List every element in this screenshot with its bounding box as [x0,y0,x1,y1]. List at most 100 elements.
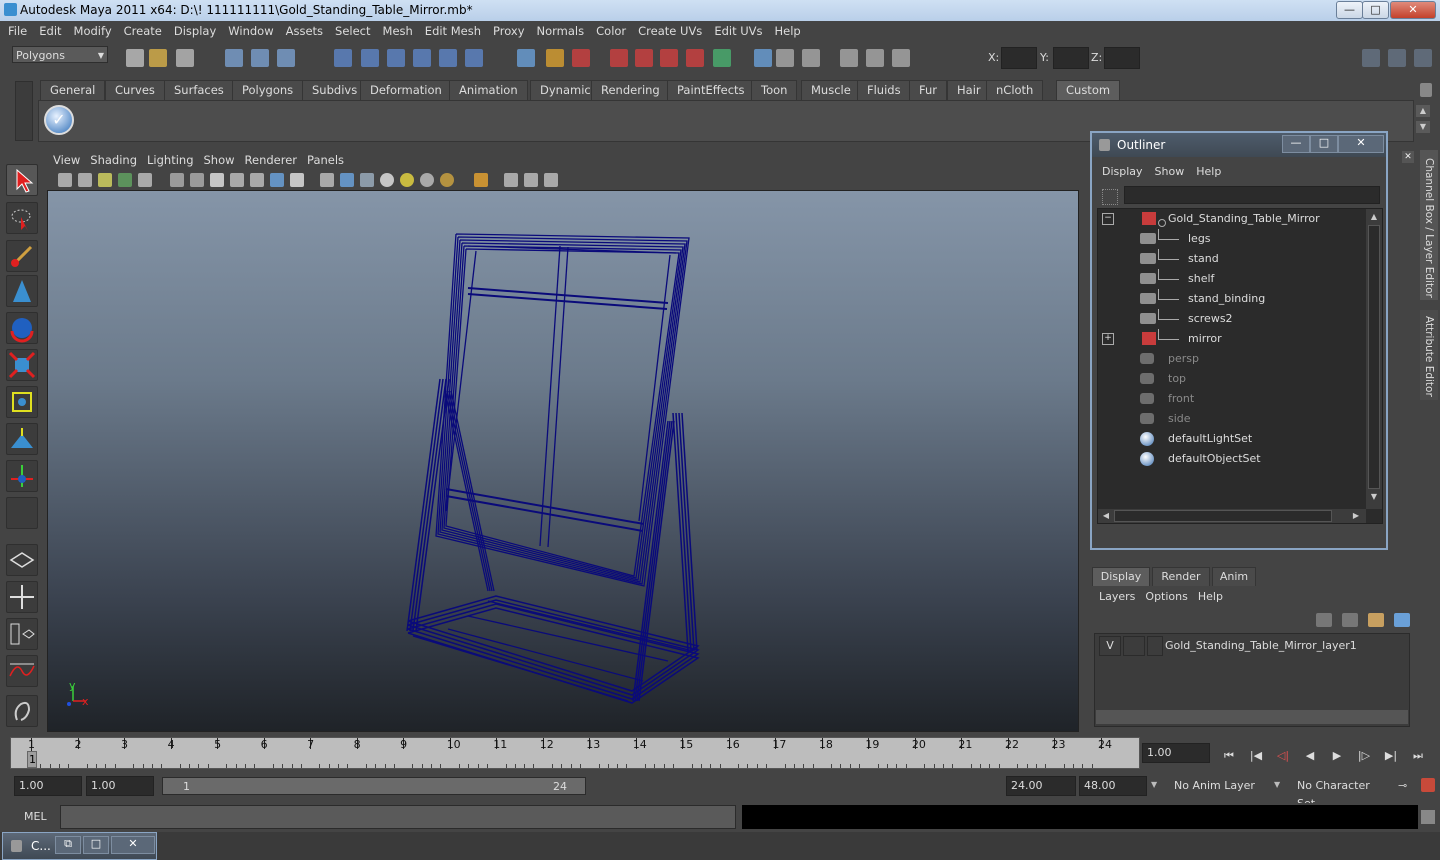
universal-manipulator-icon[interactable] [6,386,38,418]
script-editor-icon[interactable] [6,695,38,727]
gate-mask-icon[interactable] [230,173,244,187]
panel-menu-panels[interactable]: Panels [302,150,349,170]
close-button[interactable]: ✕ [1390,1,1436,19]
new-layer-from-selection-icon[interactable] [1394,613,1410,627]
select-by-component-icon[interactable] [277,49,295,67]
camera-select-icon[interactable] [58,173,72,187]
channel-box-tab[interactable]: Channel Box / Layer Editor [1420,150,1438,300]
hypershade-icon[interactable] [713,49,731,67]
outliner-item[interactable]: screws2 [1098,309,1362,329]
sets-icon[interactable] [776,49,794,67]
menu-select[interactable]: Select [329,21,376,42]
snap-point-icon[interactable] [387,49,405,67]
wireframe-on-shaded-icon[interactable] [360,173,374,187]
play-backward-icon[interactable]: ◀ [1301,747,1319,765]
isolate-select-icon[interactable] [474,173,488,187]
trash-icon[interactable] [1420,83,1432,97]
last-tool-slot-icon[interactable] [6,497,38,529]
tab-curves[interactable]: Curves [105,80,165,100]
scroll-down-icon[interactable]: ▼ [1368,491,1380,503]
perspective-viewport[interactable]: y x [47,190,1079,732]
layer-menu-layers[interactable]: Layers [1094,589,1140,605]
menu-create[interactable]: Create [118,21,168,42]
scale-tool-icon[interactable] [6,349,38,381]
expand-toggle-icon[interactable]: + [1102,333,1114,345]
render-view-icon[interactable] [754,49,772,67]
menu-assets[interactable]: Assets [280,21,329,42]
single-perspective-layout-icon[interactable] [6,544,38,576]
start-time-field[interactable]: 1.00 [14,776,82,796]
custom-shelf-check-icon[interactable]: ✓ [44,105,74,135]
tab-custom[interactable]: Custom [1056,80,1121,100]
move-tool-icon[interactable] [6,275,38,307]
minimize-button[interactable]: — [1336,1,1363,19]
minimized-maximize-button[interactable]: □ [83,836,109,854]
select-by-object-icon[interactable] [251,49,269,67]
two-d-pan-icon[interactable] [138,173,152,187]
move-layer-up-icon[interactable] [1316,613,1332,627]
textured-icon[interactable] [380,173,394,187]
go-to-end-icon[interactable]: ⏭ [1409,747,1427,765]
tab-subdivs[interactable]: Subdivs [302,80,368,100]
playback-start-field[interactable]: 1.00 [86,776,154,796]
tool-settings-toggle-icon[interactable] [1388,49,1406,67]
tab-polygons[interactable]: Polygons [232,80,304,100]
menu-modify[interactable]: Modify [68,21,118,42]
menu-help[interactable]: Help [769,21,807,42]
panel-menu-lighting[interactable]: Lighting [142,150,198,170]
outliner-item[interactable]: front [1098,389,1362,409]
z-field[interactable] [1104,47,1140,69]
layer-tab-display[interactable]: Display [1092,567,1150,586]
outliner-item[interactable]: legs [1098,229,1362,249]
four-view-layout-icon[interactable] [6,581,38,613]
help-icon[interactable] [517,49,535,67]
outliner-item[interactable]: persp [1098,349,1362,369]
show-manipulator-tool-icon[interactable] [6,460,38,492]
time-slider[interactable]: 1 2 3 4 5 6 7 8 9 10 11 12 13 14 15 16 17 18 19 20 21 22 23 24 … [10,737,1140,769]
film-gate-icon[interactable] [190,173,204,187]
scroll-right-icon[interactable]: ▶ [1350,510,1362,522]
high-quality-icon[interactable] [440,173,454,187]
field-chart-icon[interactable] [250,173,264,187]
layer-hscrollbar[interactable] [1096,710,1408,724]
tab-animation[interactable]: Animation [449,80,528,100]
layer-tab-anim[interactable]: Anim [1212,567,1256,586]
rotate-tool-icon[interactable] [6,312,38,344]
tab-hair[interactable]: Hair [947,80,991,100]
outliner-item[interactable]: defaultLightSet [1098,429,1362,449]
menu-edit-uvs[interactable]: Edit UVs [708,21,768,42]
menu-mesh[interactable]: Mesh [377,21,419,42]
outliner-minimize-button[interactable]: — [1282,135,1310,153]
layer-color-swatch[interactable] [1147,636,1163,656]
menu-display[interactable]: Display [168,21,222,42]
new-empty-layer-icon[interactable] [1368,613,1384,627]
outliner-item[interactable]: − Gold_Standing_Table_Mirror [1098,209,1362,229]
render-settings-icon[interactable] [686,49,704,67]
collapse-toggle-icon[interactable]: − [1102,213,1114,225]
graph-editor-layout-icon[interactable] [6,655,38,687]
anim-layer-dropdown[interactable]: No Anim Layer [1169,776,1269,796]
scroll-thumb[interactable] [1368,225,1380,489]
current-time-field[interactable]: 1.00 [1142,743,1210,763]
outliner-menu-show[interactable]: Show [1149,165,1191,178]
outliner-item[interactable]: side [1098,409,1362,429]
channel-box-toggle-icon[interactable] [1362,49,1380,67]
outliner-item[interactable]: defaultObjectSet [1098,449,1362,469]
snap-plane-icon[interactable] [413,49,431,67]
maximize-button[interactable]: □ [1362,1,1389,19]
open-scene-icon[interactable] [149,49,167,67]
wireframe-icon[interactable] [320,173,334,187]
tab-painteffects[interactable]: PaintEffects [667,80,755,100]
outliner-close-button[interactable]: ✕ [1338,135,1384,153]
xray-joints-icon[interactable] [524,173,538,187]
tab-fur[interactable]: Fur [909,80,948,100]
shadows-icon[interactable] [420,173,434,187]
menu-window[interactable]: Window [222,21,279,42]
input-icon[interactable] [840,49,858,67]
tab-rendering[interactable]: Rendering [591,80,670,100]
menu-create-uvs[interactable]: Create UVs [632,21,708,42]
outliner-layout-icon[interactable] [6,618,38,650]
shelf-scroll-down-icon[interactable]: ▼ [1416,121,1430,133]
layer-name[interactable]: Gold_Standing_Table_Mirror_layer1 [1165,639,1357,652]
panel-menu-show[interactable]: Show [199,150,240,170]
